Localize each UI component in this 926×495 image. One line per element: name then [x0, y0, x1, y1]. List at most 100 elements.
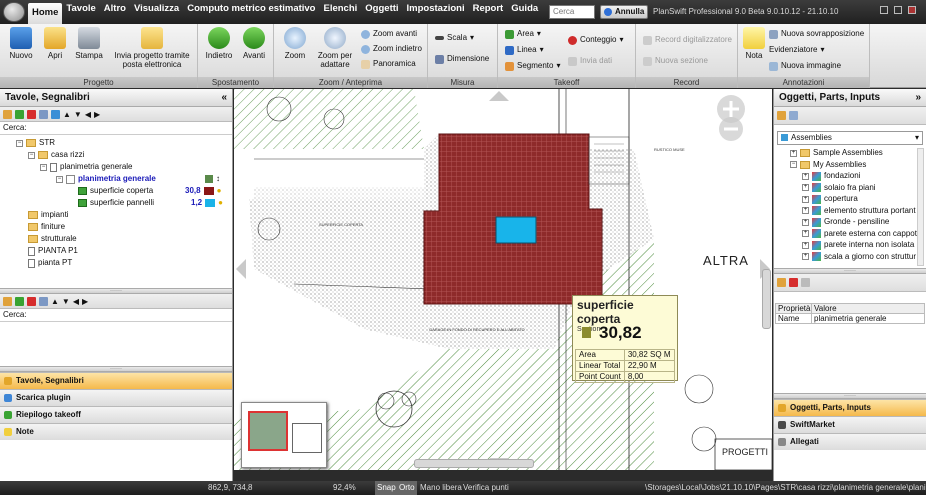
mano-libera-toggle[interactable]: Mano libera [420, 481, 462, 495]
nav-oggetti[interactable]: Oggetti, Parts, Inputs [774, 399, 926, 416]
nuova-immagine-button[interactable]: Nuova immagine [769, 61, 841, 71]
evidenziatore-dropdown[interactable]: Evidenziatore ▾ [769, 45, 825, 55]
nota-button[interactable]: Nota [742, 27, 766, 60]
tree-item-assembly[interactable]: + Gronde - pensiline [802, 217, 889, 227]
sovrapposizione-button[interactable]: Nuova sovrapposizione [769, 29, 864, 39]
move-up-icon[interactable]: ▲ [63, 110, 71, 119]
zoom-adattare-button[interactable]: Zoom per adattare [314, 27, 356, 69]
tab-oggetti[interactable]: Oggetti [361, 0, 402, 25]
properties-icon[interactable] [801, 278, 810, 287]
lightbulb-icon[interactable]: ● [218, 198, 223, 208]
dimensione-button[interactable]: Dimensione [435, 54, 489, 64]
app-button[interactable] [3, 2, 25, 22]
collapse-icon[interactable]: » [915, 89, 921, 107]
collapse-icon[interactable]: − [790, 161, 797, 168]
tab-report[interactable]: Report [469, 0, 508, 25]
expand-icon[interactable]: + [802, 184, 809, 191]
zoom-button[interactable]: Zoom [280, 27, 310, 60]
color-swatch[interactable] [205, 199, 216, 207]
nav-note[interactable]: Note [0, 423, 232, 440]
expand-icon[interactable]: + [802, 253, 809, 260]
tree-item-assembly[interactable]: + copertura [802, 194, 858, 204]
folder-icon[interactable] [777, 111, 786, 120]
move-left-icon[interactable]: ◀ [73, 297, 79, 306]
orto-toggle[interactable]: Orto [397, 481, 417, 495]
tree-item-str[interactable]: − STR [16, 138, 55, 148]
panel-area[interactable] [495, 216, 537, 244]
edit-icon[interactable] [777, 278, 786, 287]
tree-item-sample[interactable]: + Sample Assemblies [790, 148, 883, 158]
nav-swiftmarket[interactable]: SwiftMarket [774, 416, 926, 433]
collapse-icon[interactable]: − [28, 151, 35, 159]
maximize-icon[interactable] [894, 6, 902, 14]
collapse-icon[interactable]: − [16, 139, 23, 147]
move-down-icon[interactable]: ▼ [74, 110, 82, 119]
tree-item-assembly[interactable]: + elemento struttura portant [802, 206, 916, 216]
tab-home[interactable]: Home [28, 3, 63, 25]
navigator-thumbnail[interactable] [241, 402, 327, 468]
tree-item-assembly[interactable]: + parete esterna con cappot [802, 229, 917, 239]
search-field-2[interactable]: Cerca: [0, 309, 232, 322]
expand-icon[interactable]: + [802, 172, 809, 180]
nav-tavole[interactable]: Tavole, Segnalibri [0, 372, 232, 389]
nuova-sezione-button[interactable]: Nuova sezione [643, 56, 708, 66]
tree-item-pianta-p1[interactable]: PIANTA P1 [28, 246, 78, 256]
nuovo-button[interactable]: Nuovo [6, 27, 36, 60]
move-down-icon[interactable]: ▼ [62, 297, 70, 306]
verifica-punti-toggle[interactable]: Verifica punti [463, 481, 509, 495]
tree-item-coperta[interactable]: superficie coperta [78, 186, 153, 196]
collapse-icon[interactable]: − [40, 163, 47, 171]
minimize-icon[interactable] [880, 6, 888, 14]
delete-icon[interactable] [27, 296, 36, 306]
stampa-button[interactable]: Stampa [72, 27, 106, 60]
zoom-indietro-button[interactable]: Zoom indietro [361, 44, 422, 54]
nav-plugin[interactable]: Scarica plugin [0, 389, 232, 406]
tab-altro[interactable]: Altro [100, 0, 130, 25]
avanti-button[interactable]: Avanti [238, 27, 270, 60]
properties-icon[interactable] [39, 296, 48, 306]
tree-item-casa[interactable]: − casa rizzi [28, 150, 84, 160]
navigator-viewport[interactable] [248, 411, 288, 451]
tab-computo[interactable]: Computo metrico estimativo [183, 0, 319, 25]
tree-item-my[interactable]: − My Assemblies [790, 160, 866, 170]
expand-icon[interactable]: + [802, 207, 809, 214]
tree-item-assembly[interactable]: + scala a giorno con struttur [802, 252, 916, 262]
panoramica-button[interactable]: Panoramica [361, 59, 416, 69]
add-icon[interactable] [15, 109, 24, 119]
lightbulb-icon[interactable]: ● [217, 186, 222, 196]
vertical-scrollbar[interactable] [917, 148, 924, 266]
properties-icon[interactable] [789, 111, 798, 120]
tree-item-impianti[interactable]: impianti [28, 210, 69, 220]
horizontal-scrollbar[interactable] [414, 459, 534, 468]
move-right-icon[interactable]: ▶ [94, 110, 100, 119]
color-swatch[interactable] [203, 187, 214, 195]
expand-icon[interactable]: + [802, 195, 809, 203]
tree-item-assembly[interactable]: + parete interna non isolata [802, 240, 914, 250]
invia-dati-button[interactable]: Invia dati [568, 56, 612, 66]
drawing-canvas[interactable]: ALTRA PROGETTI RUSTICO MUSE SUPERFICIE C… [234, 89, 772, 470]
move-up-icon[interactable]: ▲ [51, 297, 59, 306]
collapse-icon[interactable]: « [221, 89, 227, 107]
indietro-button[interactable]: Indietro [203, 27, 235, 60]
nav-riepilogo[interactable]: Riepilogo takeoff [0, 406, 232, 423]
tree-item-planimetria[interactable]: − planimetria generale [40, 162, 133, 172]
prop-value[interactable]: planimetria generale [811, 313, 925, 324]
search-field[interactable]: Cerca: [0, 122, 232, 135]
expand-icon[interactable]: + [802, 230, 809, 237]
bookmark-icon[interactable] [3, 296, 12, 306]
area-dropdown[interactable]: Area ▾ [505, 29, 541, 39]
properties-icon[interactable] [39, 109, 48, 119]
record-digitalizzatore-button[interactable]: Record digitalizzatore [643, 35, 732, 45]
snap-toggle[interactable]: Snap [375, 481, 398, 495]
refresh-icon[interactable] [51, 109, 60, 119]
tab-impostazioni[interactable]: Impostazioni [403, 0, 469, 25]
conteggio-dropdown[interactable]: Conteggio ▾ [568, 35, 624, 45]
apri-button[interactable]: Apri [40, 27, 70, 60]
bookmark-icon[interactable] [3, 109, 12, 119]
delete-icon[interactable] [789, 278, 798, 287]
expand-icon[interactable]: + [790, 149, 797, 157]
tab-visualizza[interactable]: Visualizza [130, 0, 183, 25]
move-left-icon[interactable]: ◀ [85, 110, 91, 119]
move-right-icon[interactable]: ▶ [82, 297, 88, 306]
tab-tavole[interactable]: Tavole [62, 0, 99, 25]
